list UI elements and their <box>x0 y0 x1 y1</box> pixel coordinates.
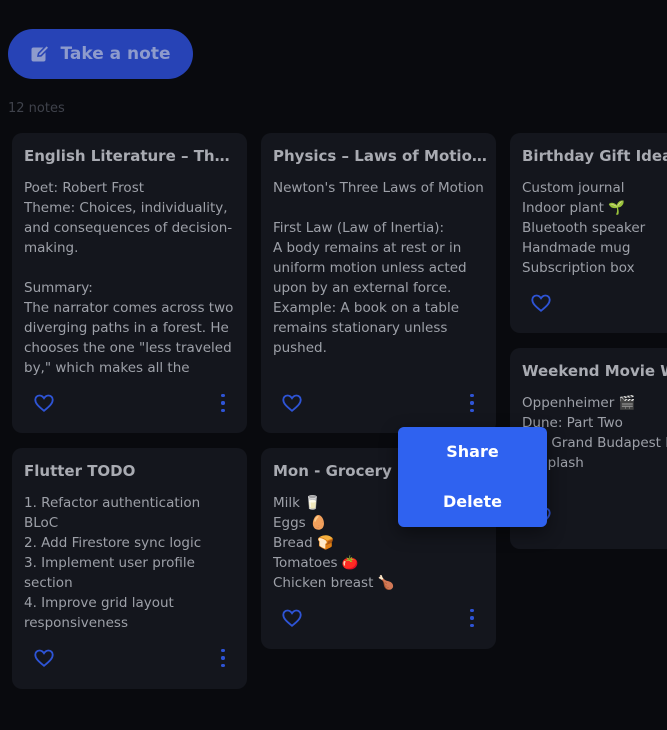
note-body: Custom journal Indoor plant 🌱 Bluetooth … <box>522 180 646 276</box>
edit-note-icon <box>31 44 51 62</box>
note-body: 1. Refactor authentication BLoC 2. Add F… <box>24 495 202 631</box>
note-card[interactable]: English Literature – The Road Not Taken … <box>12 133 247 433</box>
heart-outline-icon[interactable] <box>530 292 552 314</box>
note-card[interactable]: Physics – Laws of Motion Notes Newton's … <box>261 133 496 433</box>
note-card[interactable]: Birthday Gift Ideas Custom journal Indoo… <box>510 133 667 333</box>
note-title: Birthday Gift Ideas <box>522 147 667 165</box>
note-body: Newton's Three Laws of Motion First Law … <box>273 180 484 356</box>
note-title: Physics – Laws of Motion Notes <box>273 147 488 165</box>
more-vertical-icon[interactable] <box>219 394 227 412</box>
take-a-note-button[interactable]: Take a note <box>8 29 193 79</box>
note-card[interactable]: Flutter TODO 1. Refactor authentication … <box>12 448 247 689</box>
note-title: Flutter TODO <box>24 462 136 480</box>
more-vertical-icon[interactable] <box>468 609 476 627</box>
delete-menu-item[interactable]: Delete <box>398 492 547 511</box>
heart-outline-icon[interactable] <box>281 392 303 414</box>
note-title: English Literature – The Road Not Taken <box>24 147 239 165</box>
notes-count: 12 notes <box>8 101 65 116</box>
note-title: Weekend Movie Watchlist <box>522 362 667 380</box>
heart-outline-icon[interactable] <box>33 647 55 669</box>
note-context-menu: Share Delete <box>398 427 547 527</box>
heart-outline-icon[interactable] <box>33 392 55 414</box>
share-menu-item[interactable]: Share <box>398 442 547 461</box>
heart-outline-icon[interactable] <box>281 607 303 629</box>
note-body: Poet: Robert Frost Theme: Choices, indiv… <box>24 180 234 376</box>
more-vertical-icon[interactable] <box>468 394 476 412</box>
more-vertical-icon[interactable] <box>219 649 227 667</box>
take-a-note-label: Take a note <box>60 44 171 64</box>
